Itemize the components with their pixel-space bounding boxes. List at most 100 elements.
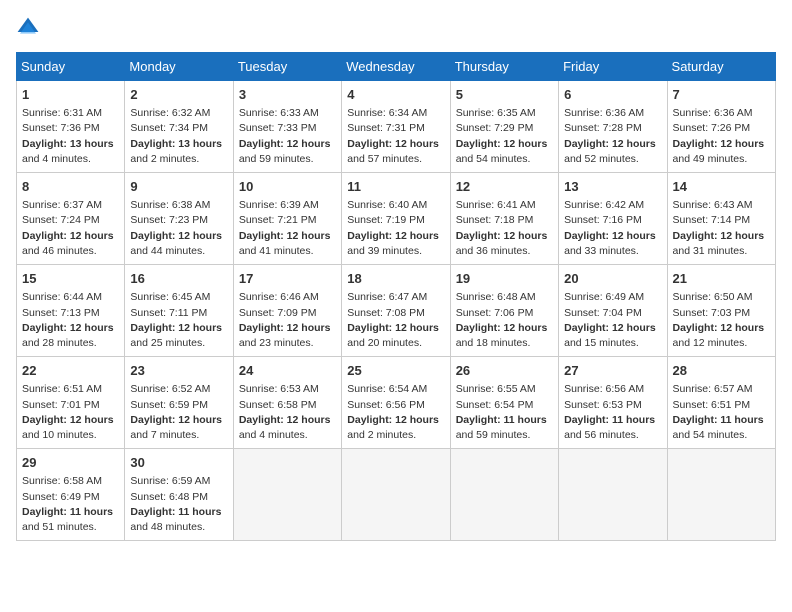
day-number: 27 — [564, 362, 661, 380]
sunrise-text: Sunrise: 6:59 AM — [130, 475, 210, 487]
day-info: Sunrise: 6:49 AMSunset: 7:04 PMDaylight:… — [564, 290, 661, 351]
day-info: Sunrise: 6:52 AMSunset: 6:59 PMDaylight:… — [130, 382, 227, 443]
daylight-minutes: and 28 minutes. — [22, 337, 97, 349]
calendar-cell: 25Sunrise: 6:54 AMSunset: 6:56 PMDayligh… — [342, 357, 450, 449]
day-info: Sunrise: 6:50 AMSunset: 7:03 PMDaylight:… — [673, 290, 770, 351]
calendar-cell: 1Sunrise: 6:31 AMSunset: 7:36 PMDaylight… — [17, 81, 125, 173]
day-info: Sunrise: 6:39 AMSunset: 7:21 PMDaylight:… — [239, 198, 336, 259]
daylight-hours-label: Daylight: 12 hours — [239, 414, 331, 426]
daylight-hours-label: Daylight: 12 hours — [347, 414, 439, 426]
daylight-hours-label: Daylight: 11 hours — [456, 414, 547, 426]
calendar-cell: 24 Sunrise: 6:53 AMSunset: 6:58 PMDayligh… — [233, 357, 341, 449]
calendar-week-5: 29Sunrise: 6:58 AMSunset: 6:49 PMDayligh… — [17, 449, 776, 541]
daylight-hours-label: Daylight: 13 hours — [130, 138, 222, 150]
daylight-hours-label: Daylight: 12 hours — [456, 138, 548, 150]
sunset-text: Sunset: 6:59 PM — [130, 399, 208, 411]
daylight-hours-label: Daylight: 12 hours — [347, 322, 439, 334]
sunrise-text: Sunrise: 6:54 AM — [347, 383, 427, 395]
daylight-minutes: and 4 minutes. — [22, 153, 91, 165]
daylight-minutes: and 48 minutes. — [130, 521, 205, 533]
sunset-text: Sunset: 7:01 PM — [22, 399, 100, 411]
sunrise-text: Sunrise: 6:58 AM — [22, 475, 102, 487]
sunset-text: Sunset: 7:26 PM — [673, 122, 751, 134]
daylight-minutes: and 25 minutes. — [130, 337, 205, 349]
calendar-cell: 16Sunrise: 6:45 AMSunset: 7:11 PMDayligh… — [125, 265, 233, 357]
day-number: 20 — [564, 270, 661, 288]
day-number: 7 — [673, 86, 770, 104]
day-info: Sunrise: 6:40 AMSunset: 7:19 PMDaylight:… — [347, 198, 444, 259]
day-number: 5 — [456, 86, 553, 104]
calendar-cell — [559, 449, 667, 541]
sunset-text: Sunset: 6:54 PM — [456, 399, 534, 411]
sunrise-text: Sunrise: 6:39 AM — [239, 199, 319, 211]
calendar-cell: 20 Sunrise: 6:49 AMSunset: 7:04 PMDayligh… — [559, 265, 667, 357]
sunrise-text: Sunrise: 6:46 AM — [239, 291, 319, 303]
calendar-header-row: SundayMondayTuesdayWednesdayThursdayFrid… — [17, 53, 776, 81]
day-number: 3 — [239, 86, 336, 104]
daylight-minutes: and 49 minutes. — [673, 153, 748, 165]
daylight-hours-label: Daylight: 12 hours — [130, 414, 222, 426]
sunset-text: Sunset: 6:48 PM — [130, 491, 208, 503]
day-info: Sunrise: 6:44 AMSunset: 7:13 PMDaylight:… — [22, 290, 119, 351]
sunset-text: Sunset: 7:18 PM — [456, 214, 534, 226]
day-number: 11 — [347, 178, 444, 196]
daylight-hours-label: Daylight: 12 hours — [130, 230, 222, 242]
day-info: Sunrise: 6:38 AMSunset: 7:23 PMDaylight:… — [130, 198, 227, 259]
calendar-header-tuesday: Tuesday — [233, 53, 341, 81]
day-number: 17 — [239, 270, 336, 288]
daylight-hours-label: Daylight: 12 hours — [22, 414, 114, 426]
day-number: 19 — [456, 270, 553, 288]
daylight-minutes: and 41 minutes. — [239, 245, 314, 257]
day-info: Sunrise: 6:37 AMSunset: 7:24 PMDaylight:… — [22, 198, 119, 259]
sunset-text: Sunset: 7:03 PM — [673, 307, 751, 319]
calendar-cell: 3 Sunrise: 6:33 AMSunset: 7:33 PMDaylight… — [233, 81, 341, 173]
day-number: 30 — [130, 454, 227, 472]
daylight-minutes: and 57 minutes. — [347, 153, 422, 165]
daylight-minutes: and 20 minutes. — [347, 337, 422, 349]
daylight-hours-label: Daylight: 11 hours — [130, 506, 221, 518]
day-number: 24 — [239, 362, 336, 380]
page-header — [16, 16, 776, 40]
sunrise-text: Sunrise: 6:51 AM — [22, 383, 102, 395]
day-info: Sunrise: 6:57 AMSunset: 6:51 PMDaylight:… — [673, 382, 770, 443]
day-info: Sunrise: 6:58 AMSunset: 6:49 PMDaylight:… — [22, 474, 119, 535]
day-number: 1 — [22, 86, 119, 104]
daylight-hours-label: Daylight: 12 hours — [22, 230, 114, 242]
day-info: Sunrise: 6:59 AM Sunset: 6:48 PM Daylight:… — [130, 474, 227, 535]
day-info: Sunrise: 6:53 AMSunset: 6:58 PMDaylight:… — [239, 382, 336, 443]
sunset-text: Sunset: 7:11 PM — [130, 307, 207, 319]
calendar-cell: 10 Sunrise: 6:39 AMSunset: 7:21 PMDayligh… — [233, 173, 341, 265]
daylight-minutes: and 2 minutes. — [347, 429, 416, 441]
sunrise-text: Sunrise: 6:48 AM — [456, 291, 536, 303]
sunset-text: Sunset: 7:31 PM — [347, 122, 425, 134]
day-info: Sunrise: 6:45 AMSunset: 7:11 PMDaylight:… — [130, 290, 227, 351]
daylight-hours-label: Daylight: 13 hours — [22, 138, 114, 150]
sunset-text: Sunset: 7:29 PM — [456, 122, 534, 134]
calendar-cell: 23Sunrise: 6:52 AMSunset: 6:59 PMDayligh… — [125, 357, 233, 449]
day-info: Sunrise: 6:33 AMSunset: 7:33 PMDaylight:… — [239, 106, 336, 167]
daylight-minutes: and 39 minutes. — [347, 245, 422, 257]
day-info: Sunrise: 6:41 AMSunset: 7:18 PMDaylight:… — [456, 198, 553, 259]
calendar-cell: 17Sunrise: 6:46 AMSunset: 7:09 PMDayligh… — [233, 265, 341, 357]
daylight-hours-label: Daylight: 12 hours — [239, 138, 331, 150]
calendar-cell: 28Sunrise: 6:57 AMSunset: 6:51 PMDayligh… — [667, 357, 775, 449]
sunrise-text: Sunrise: 6:50 AM — [673, 291, 753, 303]
sunrise-text: Sunrise: 6:40 AM — [347, 199, 427, 211]
day-info: Sunrise: 6:56 AMSunset: 6:53 PMDaylight:… — [564, 382, 661, 443]
sunrise-text: Sunrise: 6:37 AM — [22, 199, 102, 211]
sunrise-text: Sunrise: 6:34 AM — [347, 107, 427, 119]
calendar-cell: 5Sunrise: 6:35 AMSunset: 7:29 PMDaylight… — [450, 81, 558, 173]
calendar-table: SundayMondayTuesdayWednesdayThursdayFrid… — [16, 52, 776, 541]
sunset-text: Sunset: 7:34 PM — [130, 122, 208, 134]
calendar-cell: 30 Sunrise: 6:59 AM Sunset: 6:48 PM Dayligh… — [125, 449, 233, 541]
daylight-minutes: and 59 minutes. — [456, 429, 531, 441]
calendar-cell: 7Sunrise: 6:36 AMSunset: 7:26 PMDaylight… — [667, 81, 775, 173]
calendar-cell: 6Sunrise: 6:36 AMSunset: 7:28 PMDaylight… — [559, 81, 667, 173]
daylight-minutes: and 15 minutes. — [564, 337, 639, 349]
calendar-header-sunday: Sunday — [17, 53, 125, 81]
daylight-hours-label: Daylight: 11 hours — [564, 414, 655, 426]
daylight-minutes: and 23 minutes. — [239, 337, 314, 349]
sunset-text: Sunset: 7:06 PM — [456, 307, 534, 319]
daylight-minutes: and 4 minutes. — [239, 429, 308, 441]
day-number: 10 — [239, 178, 336, 196]
